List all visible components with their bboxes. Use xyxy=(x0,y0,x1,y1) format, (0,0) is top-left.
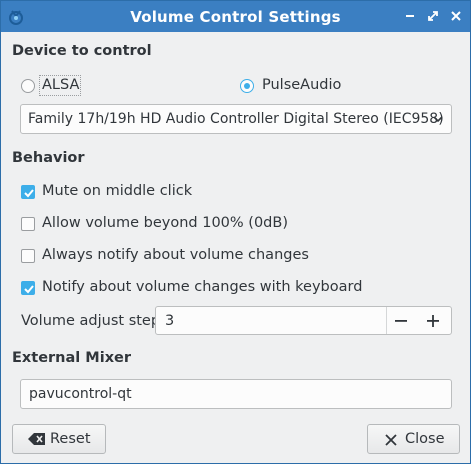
mute-middle-click-checkbox[interactable] xyxy=(21,185,35,199)
close-label: Close xyxy=(405,431,445,447)
reset-button[interactable]: Reset xyxy=(12,424,106,454)
notify-keyboard-label[interactable]: Notify about volume changes with keyboar… xyxy=(42,279,362,295)
device-select[interactable]: Family 17h/19h HD Audio Controller Digit… xyxy=(20,104,452,134)
mixer-input[interactable] xyxy=(29,385,439,403)
alsa-radio[interactable] xyxy=(21,79,35,93)
checkmark-icon xyxy=(24,285,34,294)
settings-window: Volume Control Settings Device to contro… xyxy=(0,0,471,464)
mixer-field[interactable] xyxy=(20,379,452,409)
mixer-heading: External Mixer xyxy=(12,350,132,366)
volume-step-label: Volume adjust step xyxy=(21,313,161,329)
allow-beyond-100-label[interactable]: Allow volume beyond 100% (0dB) xyxy=(42,215,288,231)
volume-step-spinbox[interactable]: 3 xyxy=(155,306,452,335)
close-button[interactable]: Close xyxy=(367,424,460,454)
allow-beyond-100-checkbox[interactable] xyxy=(21,217,35,231)
chevron-down-icon xyxy=(432,113,444,125)
minimize-icon[interactable] xyxy=(401,7,419,25)
checkmark-icon xyxy=(24,189,34,198)
pulseaudio-label[interactable]: PulseAudio xyxy=(262,77,341,93)
notify-keyboard-checkbox[interactable] xyxy=(21,281,35,295)
increment-icon[interactable] xyxy=(425,313,441,329)
alsa-label[interactable]: ALSA xyxy=(42,77,79,93)
device-heading: Device to control xyxy=(12,43,152,59)
window-title: Volume Control Settings xyxy=(130,8,341,26)
decrement-icon[interactable] xyxy=(393,313,409,329)
reset-label: Reset xyxy=(50,431,91,447)
behavior-heading: Behavior xyxy=(12,150,85,166)
device-select-value: Family 17h/19h HD Audio Controller Digit… xyxy=(28,111,444,127)
always-notify-label[interactable]: Always notify about volume changes xyxy=(42,247,309,263)
pulseaudio-radio[interactable] xyxy=(240,79,254,93)
close-icon xyxy=(384,433,398,451)
title-bar[interactable]: Volume Control Settings xyxy=(1,1,470,32)
close-icon[interactable] xyxy=(447,7,465,25)
spinbox-divider xyxy=(386,307,387,334)
volume-step-value[interactable]: 3 xyxy=(165,313,174,329)
maximize-icon[interactable] xyxy=(424,7,442,25)
clear-icon xyxy=(28,432,46,450)
always-notify-checkbox[interactable] xyxy=(21,249,35,263)
mute-middle-click-label[interactable]: Mute on middle click xyxy=(42,183,192,199)
